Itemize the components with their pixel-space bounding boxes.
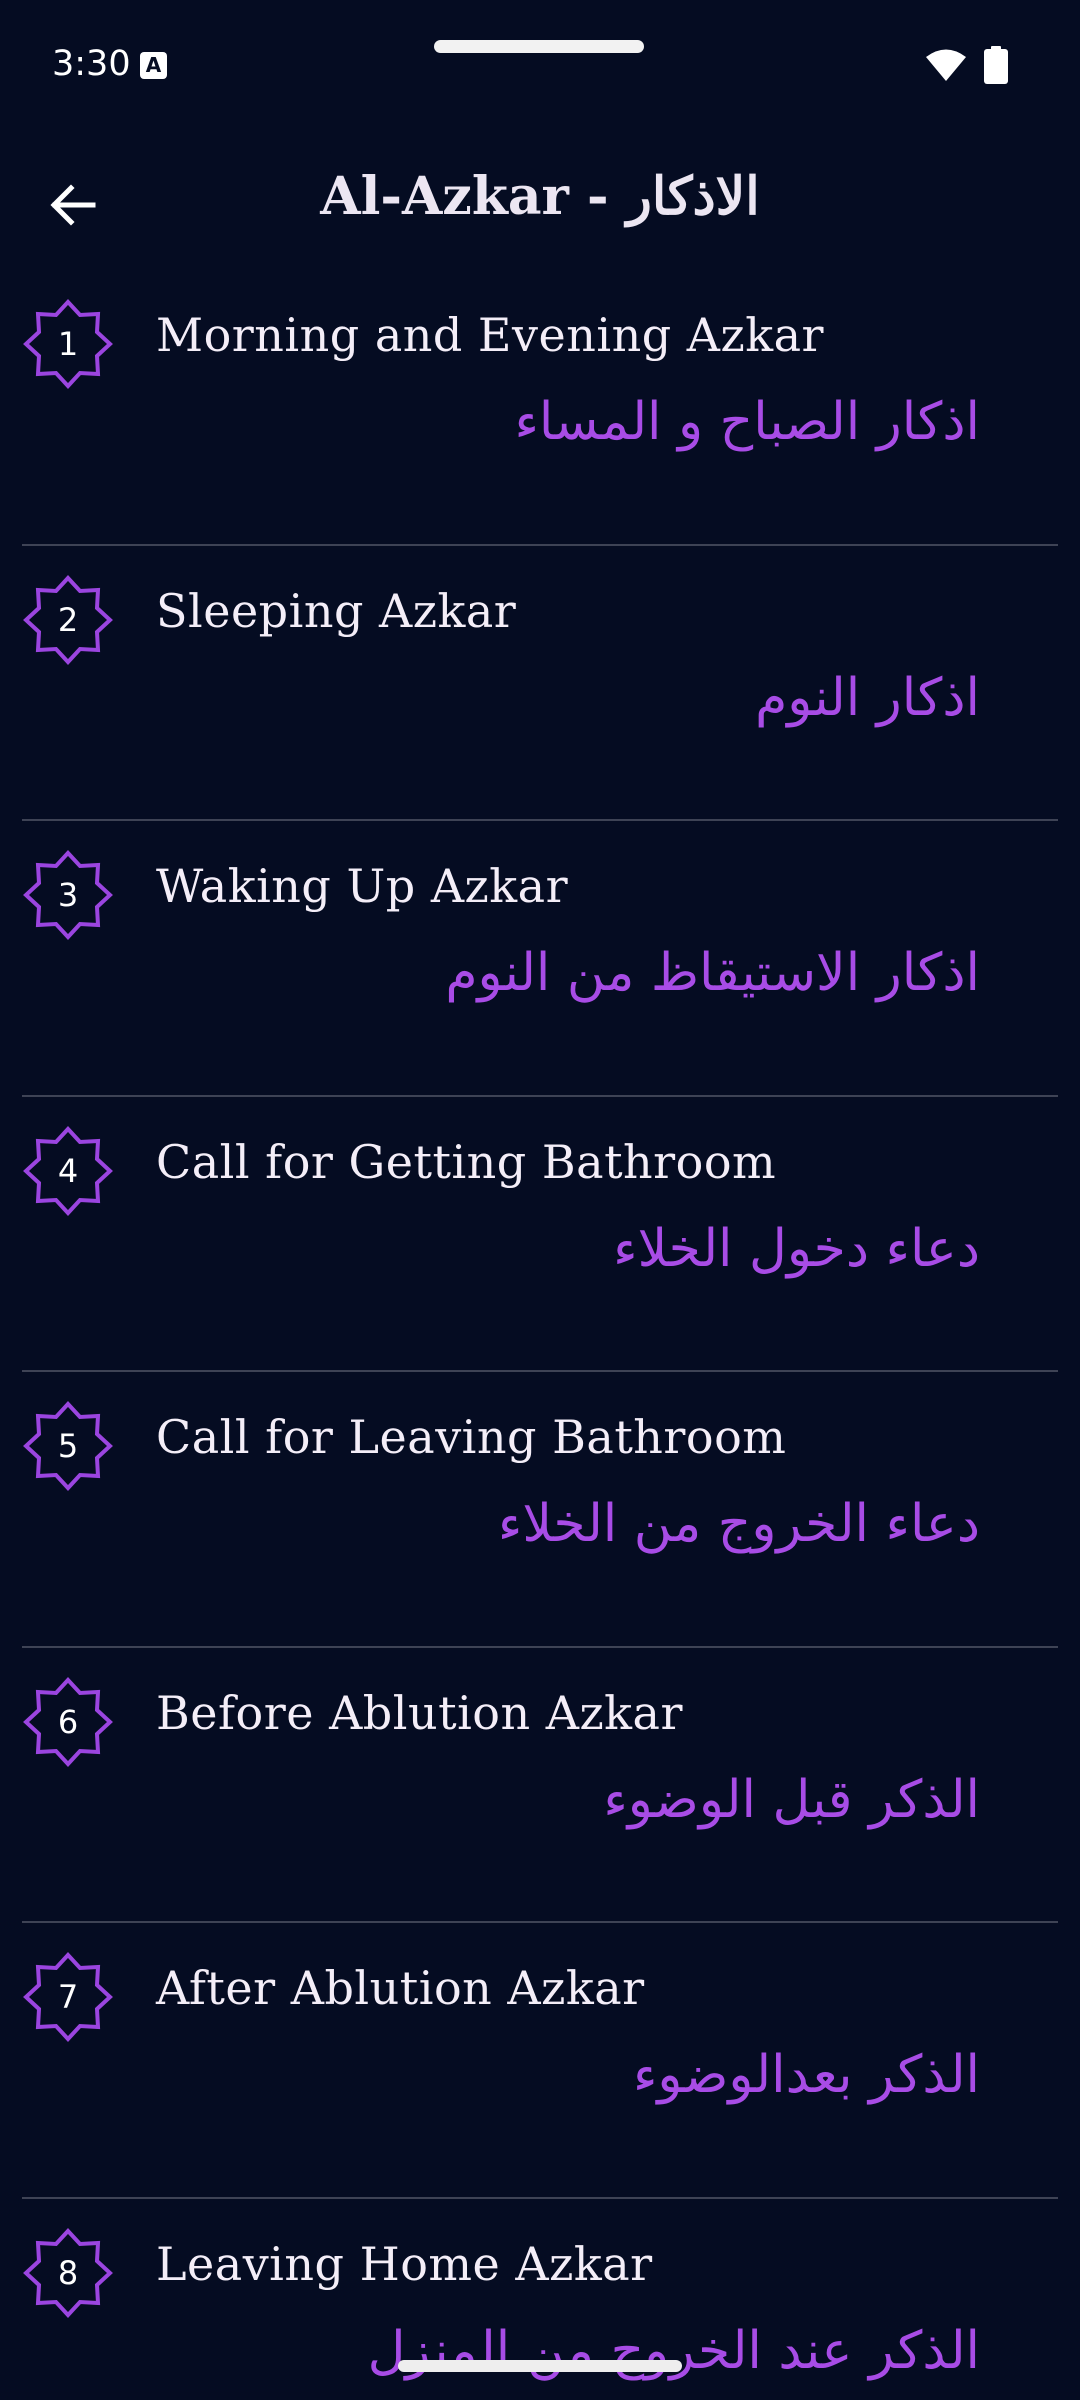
- item-number: 4: [57, 1151, 79, 1190]
- battery-icon: [984, 46, 1008, 84]
- list-item[interactable]: 2 Sleeping Azkar اذكار النوم: [0, 546, 1080, 821]
- item-title-ar: الذكر قبل الوضوء: [603, 1769, 980, 1830]
- azkar-list: 1 Morning and Evening Azkar اذكار الصباح…: [0, 270, 1080, 2400]
- list-item[interactable]: 3 Waking Up Azkar اذكار الاستيقاظ من الن…: [0, 821, 1080, 1097]
- star-number-badge: 5: [22, 1400, 114, 1492]
- page-title: Al-Azkar - الاذكار: [320, 166, 760, 227]
- item-title-en: Call for Getting Bathroom: [156, 1134, 777, 1189]
- item-number: 1: [57, 325, 79, 363]
- list-item[interactable]: 7 After Ablution Azkar الذكر بعدالوضوء: [0, 1923, 1080, 2199]
- star-number-badge: 8: [22, 2227, 114, 2319]
- item-title-ar: اذكار النوم: [755, 667, 980, 728]
- item-title-ar: اذكار الصباح و المساء: [514, 392, 980, 452]
- back-button[interactable]: [36, 172, 110, 238]
- home-indicator[interactable]: [398, 2360, 682, 2372]
- star-number-badge: 1: [22, 298, 114, 390]
- app-bar: Al-Azkar - الاذكار: [0, 150, 1080, 260]
- item-number: 7: [57, 1978, 79, 2016]
- item-title-ar: اذكار الاستيقاظ من النوم: [445, 943, 980, 1003]
- item-number: 3: [57, 876, 79, 914]
- status-time: 3:30: [52, 44, 131, 84]
- item-title-en: Before Ablution Azkar: [156, 1685, 683, 1740]
- item-number: 6: [57, 1702, 79, 1741]
- item-title-en: Call for Leaving Bathroom: [156, 1410, 787, 1464]
- list-item[interactable]: 1 Morning and Evening Azkar اذكار الصباح…: [0, 270, 1080, 546]
- item-title-en: Morning and Evening Azkar: [156, 308, 824, 362]
- item-number: 2: [57, 600, 79, 639]
- top-pill: [434, 40, 644, 53]
- item-title-en: After Ablution Azkar: [156, 1961, 645, 2015]
- arrow-back-icon: [50, 184, 96, 226]
- list-item[interactable]: 6 Before Ablution Azkar الذكر قبل الوضوء: [0, 1648, 1080, 1923]
- item-number: 5: [57, 1427, 79, 1465]
- list-item[interactable]: 4 Call for Getting Bathroom دعاء دخول ال…: [0, 1097, 1080, 1372]
- item-title-en: Waking Up Azkar: [156, 859, 569, 913]
- star-number-badge: 7: [22, 1951, 114, 2043]
- status-bar: 3:30 A: [0, 0, 1080, 130]
- wifi-icon: [926, 49, 966, 81]
- item-title-ar: الذكر بعدالوضوء: [632, 2045, 980, 2105]
- star-number-badge: 3: [22, 849, 114, 941]
- star-number-badge: 2: [22, 574, 114, 666]
- item-title-en: Sleeping Azkar: [156, 583, 517, 638]
- star-number-badge: 6: [22, 1676, 114, 1768]
- item-title-ar: دعاء دخول الخلاء: [613, 1218, 980, 1279]
- item-number: 8: [57, 2253, 79, 2292]
- list-item[interactable]: 5 Call for Leaving Bathroom دعاء الخروج …: [0, 1372, 1080, 1648]
- a-notification-icon: A: [140, 52, 167, 79]
- item-title-ar: دعاء الخروج من الخلاء: [497, 1494, 980, 1554]
- screen: 3:30 A Al-Azkar - الاذكار 1 Morning and …: [0, 0, 1080, 2400]
- star-number-badge: 4: [22, 1125, 114, 1217]
- item-title-en: Leaving Home Azkar: [156, 2236, 653, 2291]
